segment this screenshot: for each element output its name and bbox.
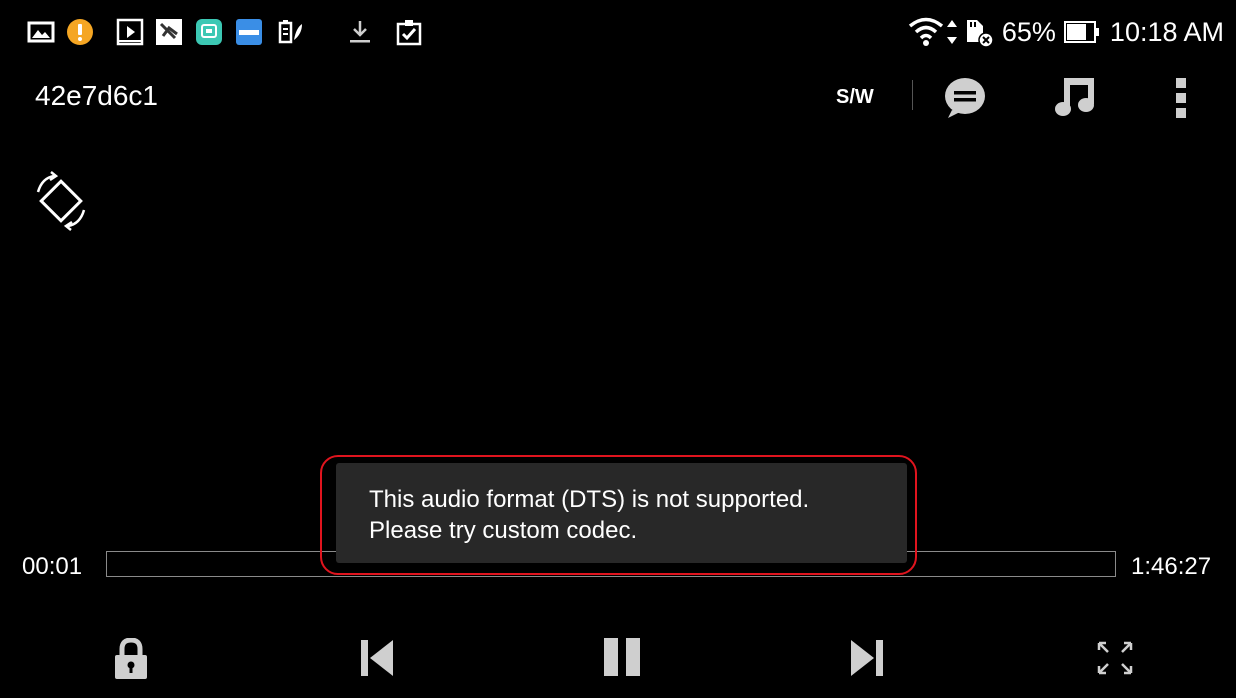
subtitle-icon[interactable] [944, 76, 990, 120]
wifi-icon [908, 17, 943, 46]
download-icon [350, 21, 370, 43]
battery-percent: 65% [1001, 16, 1056, 47]
previous-icon[interactable] [359, 638, 395, 678]
battery-saver-icon [278, 20, 302, 44]
clipboard-check-icon [396, 20, 422, 46]
toolbar-divider [912, 80, 913, 110]
screen-rotate-icon[interactable] [30, 170, 92, 232]
fullscreen-icon[interactable] [1096, 640, 1134, 676]
audio-track-icon[interactable] [1054, 76, 1098, 118]
total-time: 1:46:27 [1131, 553, 1212, 580]
pause-icon[interactable] [602, 636, 642, 678]
alert-icon [67, 19, 93, 45]
decoder-sw-button[interactable]: S/W [836, 86, 874, 109]
photo-icon [27, 21, 55, 43]
highlight-outline [320, 455, 917, 575]
next-icon[interactable] [849, 638, 885, 678]
status-bar: 65% 10:18 AM [0, 0, 1236, 66]
video-title: 42e7d6c1 [35, 80, 159, 111]
current-time: 00:01 [22, 553, 83, 580]
lock-icon[interactable] [113, 638, 149, 680]
video-icon [116, 18, 144, 46]
battery-icon [1063, 21, 1099, 43]
sd-card-icon [966, 20, 994, 48]
chat-app-icon [196, 19, 222, 45]
more-options-icon[interactable] [1174, 78, 1188, 118]
status-right-group: 65% 10:18 AM [908, 14, 1224, 50]
clock: 10:18 AM [1109, 16, 1224, 47]
data-arrows-icon [946, 20, 957, 44]
shield-app-icon [156, 19, 182, 45]
asus-icon [236, 19, 262, 45]
